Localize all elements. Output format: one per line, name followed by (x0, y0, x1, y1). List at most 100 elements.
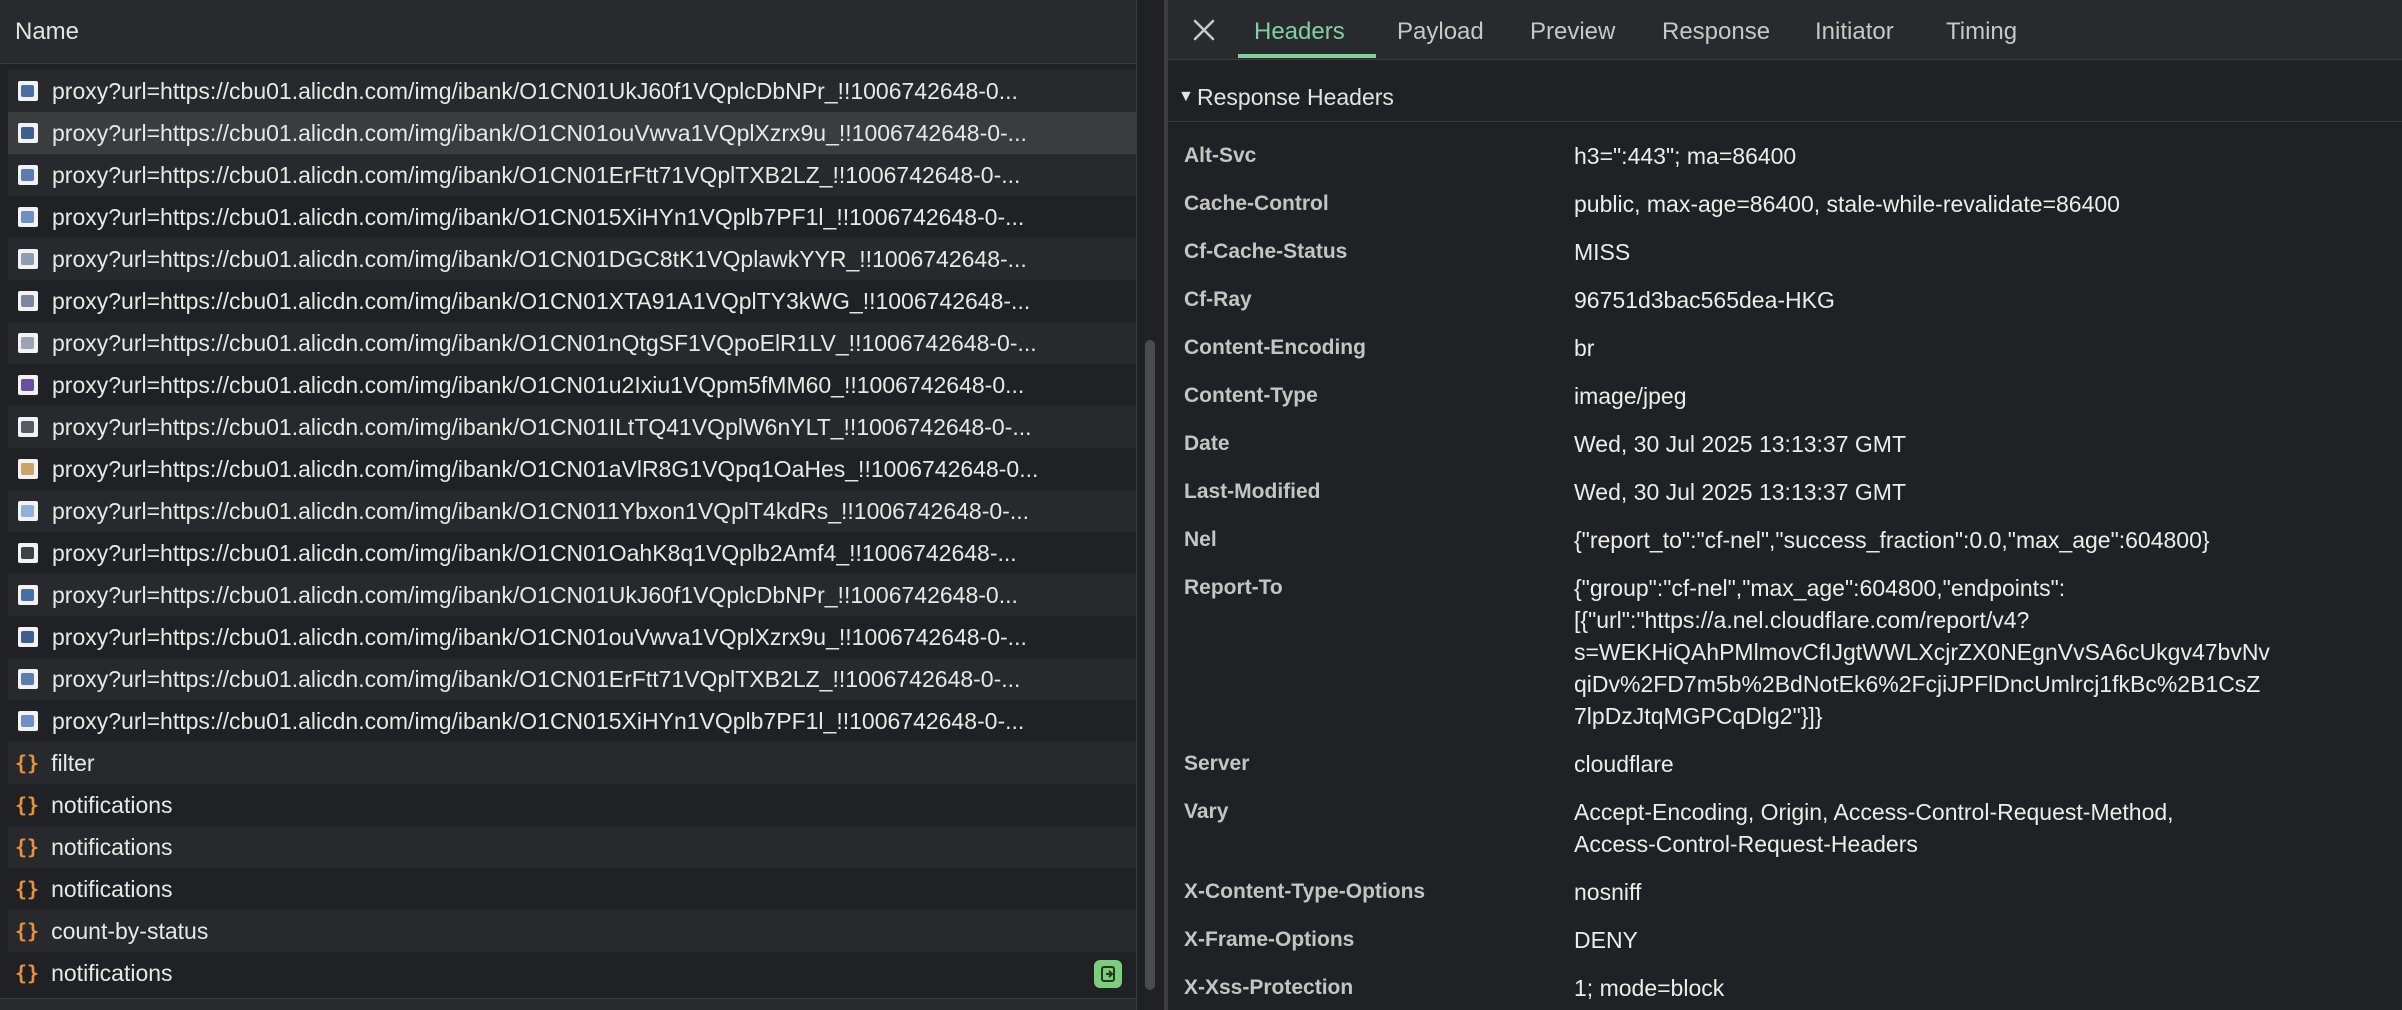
details-tabbar: Headers Payload Preview Response Initiat… (1168, 0, 2402, 60)
request-row[interactable]: proxy?url=https://cbu01.alicdn.com/img/i… (8, 700, 1136, 742)
list-footer (0, 998, 1136, 1010)
request-row[interactable]: proxy?url=https://cbu01.alicdn.com/img/i… (8, 112, 1136, 154)
request-row[interactable]: {} notifications (8, 868, 1136, 910)
header-key: Cf-Cache-Status (1184, 240, 1348, 263)
request-row[interactable]: proxy?url=https://cbu01.alicdn.com/img/i… (8, 532, 1136, 574)
request-name: proxy?url=https://cbu01.alicdn.com/img/i… (52, 581, 1018, 608)
request-row[interactable]: proxy?url=https://cbu01.alicdn.com/img/i… (8, 322, 1136, 364)
name-column-header[interactable]: Name (0, 0, 1136, 64)
request-row[interactable]: proxy?url=https://cbu01.alicdn.com/img/i… (8, 406, 1136, 448)
header-value: nosniff (1574, 879, 1642, 905)
request-name: notifications (51, 959, 173, 986)
request-name: proxy?url=https://cbu01.alicdn.com/img/i… (52, 77, 1018, 104)
header-key: Report-To (1184, 576, 1283, 599)
request-name: proxy?url=https://cbu01.alicdn.com/img/i… (52, 455, 1039, 482)
tab-response[interactable]: Response (1662, 0, 1770, 58)
request-row[interactable]: {} notifications (8, 952, 1136, 994)
header-key: Alt-Svc (1184, 144, 1257, 167)
header-value: MISS (1574, 239, 1631, 265)
request-row[interactable]: proxy?url=https://cbu01.alicdn.com/img/i… (8, 658, 1136, 700)
scrollbar-thumb[interactable] (1145, 340, 1155, 990)
request-details-panel: Headers Payload Preview Response Initiat… (1168, 0, 2402, 1010)
tab-timing[interactable]: Timing (1946, 0, 2017, 58)
request-row[interactable]: {} filter (8, 742, 1136, 784)
request-name: filter (51, 749, 95, 776)
request-name: proxy?url=https://cbu01.alicdn.com/img/i… (52, 539, 1017, 566)
header-value: {"report_to":"cf-nel","success_fraction"… (1574, 527, 2210, 553)
image-thumbnail-icon (18, 207, 38, 227)
fetch-request-icon: {} (15, 751, 40, 775)
header-key: X-Xss-Protection (1184, 976, 1354, 999)
header-key: Server (1184, 752, 1250, 775)
name-column-label: Name (15, 18, 80, 45)
header-value: br (1574, 335, 1595, 361)
request-row[interactable]: {} count-by-status (8, 910, 1136, 952)
request-row[interactable]: proxy?url=https://cbu01.alicdn.com/img/i… (8, 238, 1136, 280)
request-row[interactable]: proxy?url=https://cbu01.alicdn.com/img/i… (8, 574, 1136, 616)
header-key: Cf-Ray (1184, 288, 1252, 311)
header-value: h3=":443"; ma=86400 (1574, 143, 1797, 169)
request-name: proxy?url=https://cbu01.alicdn.com/img/i… (52, 371, 1025, 398)
request-row[interactable]: proxy?url=https://cbu01.alicdn.com/img/i… (8, 364, 1136, 406)
request-name: proxy?url=https://cbu01.alicdn.com/img/i… (52, 245, 1027, 272)
image-thumbnail-icon (18, 669, 38, 689)
refresh-icon[interactable] (1094, 960, 1122, 988)
image-thumbnail-icon (18, 501, 38, 521)
request-row[interactable]: {} notifications (8, 826, 1136, 868)
request-row[interactable]: proxy?url=https://cbu01.alicdn.com/img/i… (8, 280, 1136, 322)
header-key: Vary (1184, 800, 1229, 823)
request-row[interactable]: proxy?url=https://cbu01.alicdn.com/img/i… (8, 70, 1136, 112)
tab-initiator[interactable]: Initiator (1815, 0, 1894, 58)
header-value: Accept-Encoding, Origin, Access-Control-… (1574, 799, 2174, 857)
request-name: notifications (51, 833, 173, 860)
caret-down-icon: ▼ (1178, 88, 1194, 105)
header-value: 1; mode=block (1574, 975, 1725, 1001)
request-list-panel: proxy?url=https://cbu01.alicdn.com/img/i… (0, 0, 1136, 1010)
tab-payload[interactable]: Payload (1397, 0, 1484, 58)
header-key: Date (1184, 432, 1230, 455)
request-name: proxy?url=https://cbu01.alicdn.com/img/i… (52, 329, 1037, 356)
header-key: X-Frame-Options (1184, 928, 1355, 951)
header-key: Last-Modified (1184, 480, 1321, 503)
header-key: Content-Encoding (1184, 336, 1366, 359)
image-thumbnail-icon (18, 417, 38, 437)
image-thumbnail-icon (18, 81, 38, 101)
request-row[interactable]: proxy?url=https://cbu01.alicdn.com/img/i… (8, 616, 1136, 658)
header-value: cloudflare (1574, 751, 1674, 777)
image-thumbnail-icon (18, 249, 38, 269)
header-key: Content-Type (1184, 384, 1318, 407)
section-title: Response Headers (1197, 84, 1394, 110)
request-row[interactable]: proxy?url=https://cbu01.alicdn.com/img/i… (8, 196, 1136, 238)
request-row[interactable]: proxy?url=https://cbu01.alicdn.com/img/i… (8, 490, 1136, 532)
active-tab-indicator (1238, 54, 1376, 58)
request-row[interactable]: proxy?url=https://cbu01.alicdn.com/img/i… (8, 448, 1136, 490)
header-key: X-Content-Type-Options (1184, 880, 1426, 903)
image-thumbnail-icon (18, 459, 38, 479)
request-name: proxy?url=https://cbu01.alicdn.com/img/i… (52, 665, 1021, 692)
tab-preview[interactable]: Preview (1530, 0, 1615, 58)
header-key: Cache-Control (1184, 192, 1329, 215)
close-icon[interactable] (1188, 14, 1220, 46)
request-list[interactable]: proxy?url=https://cbu01.alicdn.com/img/i… (0, 48, 1136, 998)
header-value: image/jpeg (1574, 383, 1687, 409)
request-list-scrollbar[interactable] (1136, 0, 1164, 1010)
request-name: proxy?url=https://cbu01.alicdn.com/img/i… (52, 203, 1025, 230)
header-key: Nel (1184, 528, 1217, 551)
image-thumbnail-icon (18, 711, 38, 731)
request-name: notifications (51, 791, 173, 818)
request-name: proxy?url=https://cbu01.alicdn.com/img/i… (52, 707, 1025, 734)
request-row[interactable]: proxy?url=https://cbu01.alicdn.com/img/i… (8, 154, 1136, 196)
fetch-request-icon: {} (15, 877, 40, 901)
response-headers-section-toggle[interactable]: ▼ Response Headers (1168, 72, 2402, 122)
header-value: 96751d3bac565dea-HKG (1574, 287, 1835, 313)
image-thumbnail-icon (18, 123, 38, 143)
request-name: notifications (51, 875, 173, 902)
request-name: count-by-status (51, 917, 209, 944)
request-name: proxy?url=https://cbu01.alicdn.com/img/i… (52, 287, 1031, 314)
tab-headers[interactable]: Headers (1254, 0, 1345, 58)
request-name: proxy?url=https://cbu01.alicdn.com/img/i… (52, 161, 1021, 188)
image-thumbnail-icon (18, 291, 38, 311)
fetch-request-icon: {} (15, 793, 40, 817)
request-row[interactable]: {} notifications (8, 784, 1136, 826)
image-thumbnail-icon (18, 543, 38, 563)
